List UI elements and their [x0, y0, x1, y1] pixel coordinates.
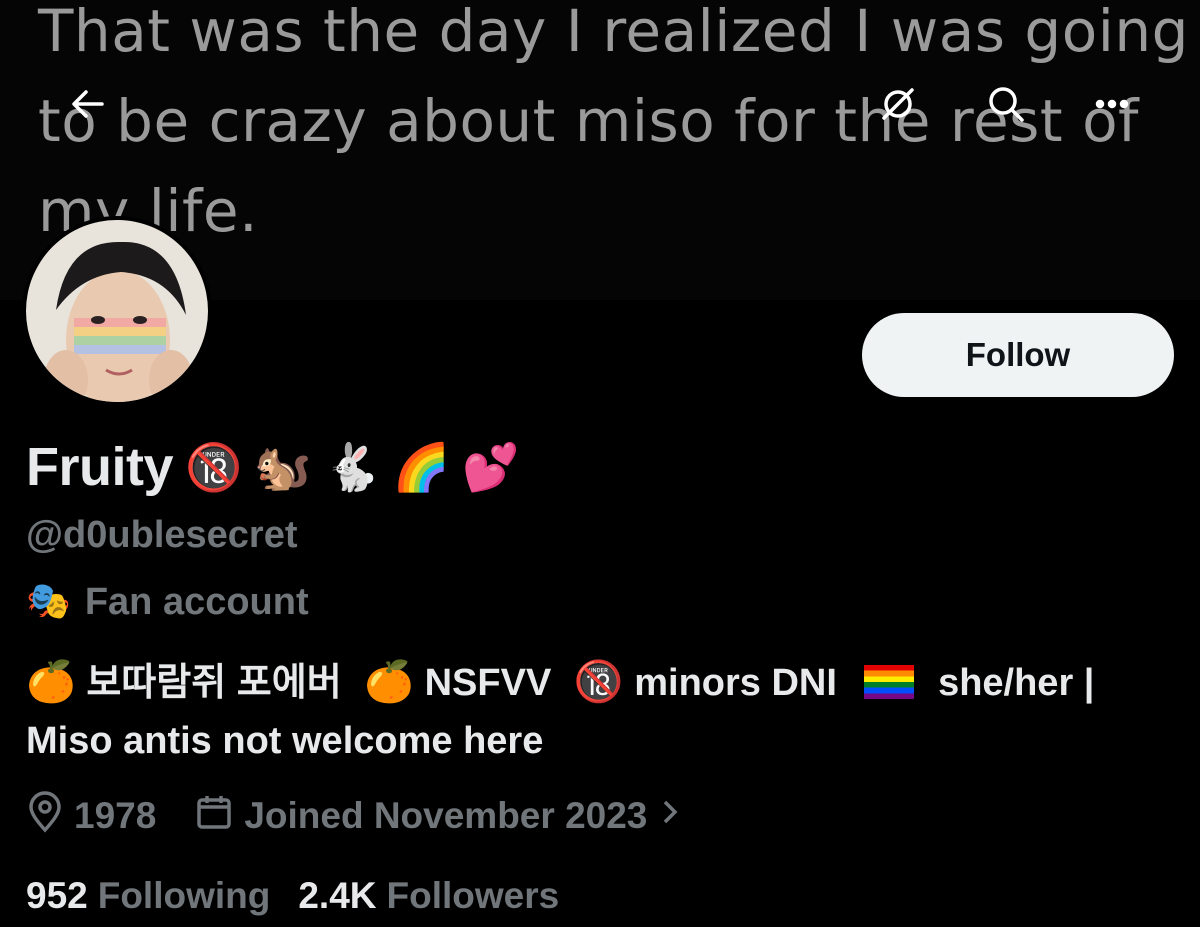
location-pin-icon: [26, 790, 64, 842]
calendar-icon: [194, 792, 234, 841]
ellipsis-icon: [1090, 82, 1134, 131]
display-name: Fruity: [26, 437, 174, 497]
eye-slash-icon: [876, 82, 920, 131]
category-label: Fan account: [84, 580, 309, 623]
name-emoji: 🔞: [185, 440, 243, 494]
account-category: 🎭 Fan account: [26, 578, 309, 626]
name-emoji: 🌈: [392, 440, 451, 494]
mute-button[interactable]: [862, 70, 934, 142]
theater-masks-icon: 🎭: [26, 581, 71, 622]
name-emoji: 💕: [462, 440, 520, 494]
more-button[interactable]: [1076, 70, 1148, 142]
no-under-18-emoji: 🔞: [573, 659, 624, 705]
join-date[interactable]: Joined November 2023: [194, 792, 683, 841]
followers-count[interactable]: 2.4K: [298, 875, 376, 917]
bio-text: she/her |: [938, 662, 1095, 704]
display-name-row: Fruity 🔞 🐿️ 🐇 🌈 💕: [26, 432, 519, 502]
join-date-text: Joined November 2023: [244, 795, 648, 836]
avatar[interactable]: [22, 216, 212, 406]
name-emoji: 🐿️: [254, 440, 312, 494]
chevron-right-icon: [657, 795, 683, 838]
followers-link[interactable]: Followers: [387, 875, 560, 917]
username-handle: @d0ublesecret: [26, 514, 298, 556]
search-icon: [984, 82, 1028, 131]
back-button[interactable]: [52, 70, 124, 142]
following-link[interactable]: Following: [98, 875, 271, 917]
following-count[interactable]: 952: [26, 875, 88, 917]
name-emoji: 🐇: [323, 440, 381, 494]
search-button[interactable]: [970, 70, 1042, 142]
bio-text: NSFVV: [424, 662, 552, 704]
rainbow-flag-icon: [863, 664, 914, 699]
location: 1978: [26, 790, 157, 842]
location-text: 1978: [74, 795, 157, 836]
follow-button[interactable]: Follow: [862, 313, 1174, 397]
bio-text: Miso antis not welcome here: [26, 720, 544, 762]
avatar-image: [26, 220, 208, 402]
tangerine-emoji: 🍊: [26, 659, 76, 705]
arrow-left-icon: [68, 84, 108, 129]
bio-text: minors DNI: [634, 662, 837, 704]
profile-meta: 1978 Joined November 2023: [26, 790, 721, 842]
tangerine-emoji: 🍊: [364, 659, 415, 705]
bio: 🍊 보따람쥐 포에버 🍊 NSFVV 🔞 minors DNI she/her …: [26, 654, 1186, 770]
follow-stats: 952 Following 2.4K Followers: [26, 872, 587, 920]
bio-text: 보따람쥐 포에버: [86, 662, 342, 704]
